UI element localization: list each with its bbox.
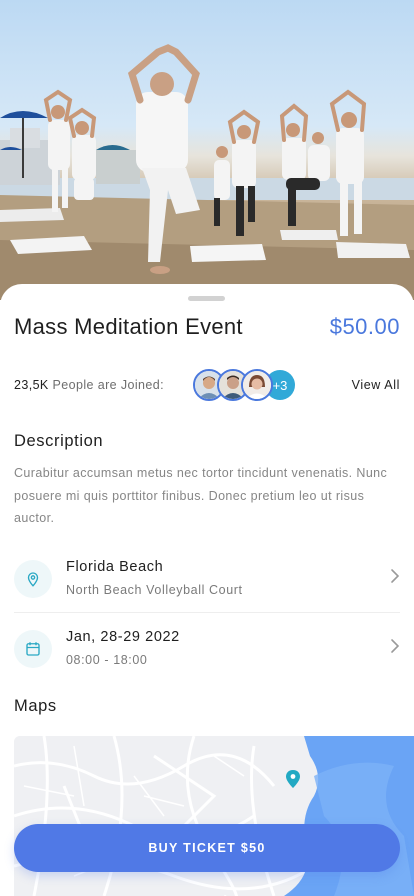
location-title: Florida Beach (66, 559, 164, 575)
description-heading: Description (14, 432, 104, 450)
chevron-right-icon (391, 639, 400, 653)
buy-ticket-button[interactable]: BUY TICKET $50 (14, 824, 400, 872)
location-subtitle: North Beach Volleyball Court (66, 583, 243, 597)
description-text: Curabitur accumsan metus nec tortor tinc… (14, 466, 388, 525)
avatar (241, 369, 273, 401)
event-title: Mass Meditation Event (14, 314, 243, 339)
attendee-avatars[interactable]: +3 (193, 369, 295, 401)
event-hero-image (0, 0, 414, 300)
location-pin-icon (14, 560, 52, 598)
maps-heading: Maps (14, 697, 57, 715)
schedule-date: Jan, 28-29 2022 (66, 629, 180, 645)
attendance-summary: 23,5K People are Joined: (14, 378, 164, 392)
schedule-row[interactable]: Jan, 28-29 2022 08:00 - 18:00 (14, 626, 400, 682)
location-row[interactable]: Florida Beach North Beach Volleyball Cou… (14, 556, 400, 612)
view-all-link[interactable]: View All (352, 378, 400, 392)
drag-handle[interactable] (188, 296, 225, 301)
event-price: $50.00 (329, 314, 400, 339)
calendar-icon (14, 630, 52, 668)
divider (14, 612, 400, 613)
event-map[interactable] (14, 736, 414, 896)
chevron-right-icon (391, 569, 400, 583)
event-details-sheet: Mass Meditation Event $50.00 23,5K Peopl… (0, 284, 414, 896)
attendance-label: People are Joined: (52, 378, 164, 392)
schedule-time: 08:00 - 18:00 (66, 653, 148, 667)
attendance-count: 23,5K (14, 378, 49, 392)
